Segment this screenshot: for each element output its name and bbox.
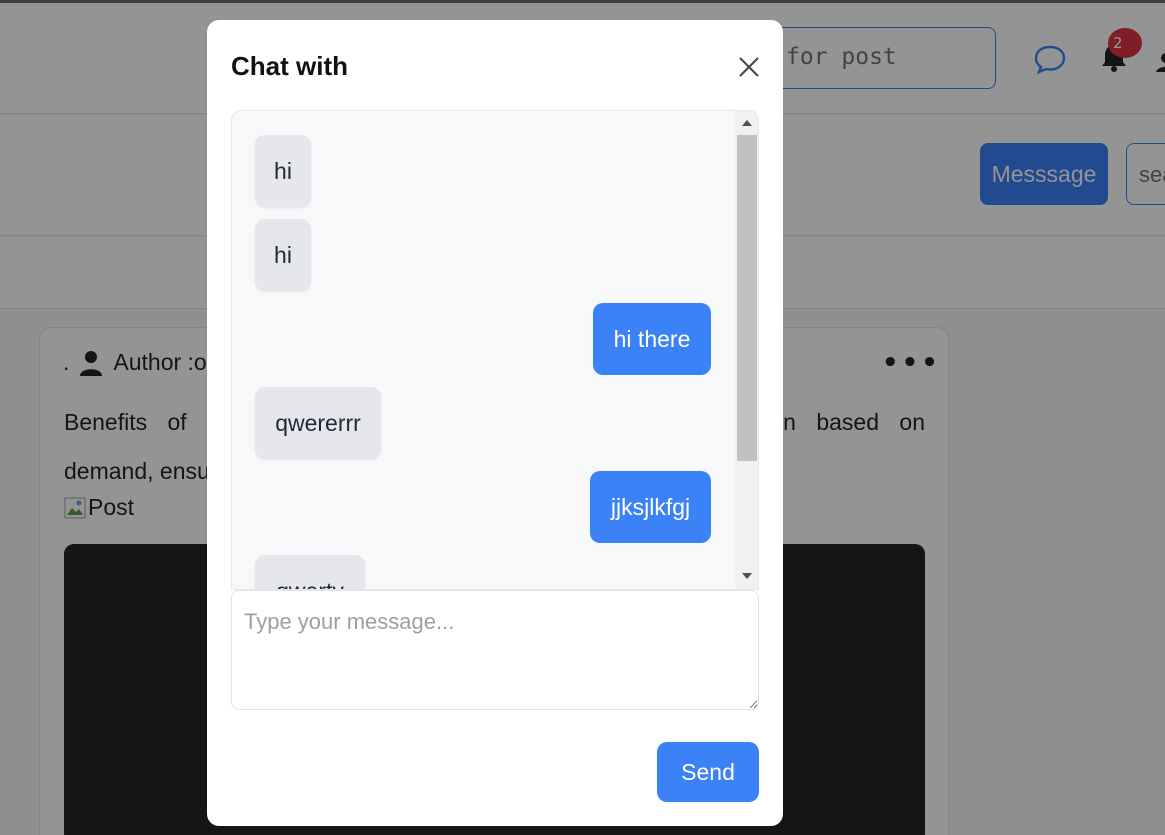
message-bubble-incoming: qwererrr	[255, 387, 381, 459]
modal-title: Chat with	[231, 51, 348, 81]
message-bubble-outgoing: hi there	[593, 303, 711, 375]
scroll-up-arrow-icon[interactable]	[735, 116, 759, 130]
message-bubble-incoming: hi	[255, 219, 311, 291]
scrollbar[interactable]	[735, 111, 759, 589]
close-icon[interactable]	[737, 55, 761, 79]
message-bubble-incoming: qwerty	[255, 555, 365, 589]
message-input[interactable]	[231, 590, 759, 710]
scrollbar-thumb[interactable]	[737, 135, 757, 461]
send-button[interactable]: Send	[657, 742, 759, 802]
message-list[interactable]: hi hi hi there qwererrr jjksjlkfgj qwert…	[231, 110, 759, 590]
scroll-down-arrow-icon[interactable]	[735, 569, 759, 583]
message-bubble-incoming: hi	[255, 135, 311, 207]
chat-modal: Chat with hi hi hi there qwererrr jjksjl…	[207, 20, 783, 826]
message-bubble-outgoing: jjksjlkfgj	[590, 471, 711, 543]
